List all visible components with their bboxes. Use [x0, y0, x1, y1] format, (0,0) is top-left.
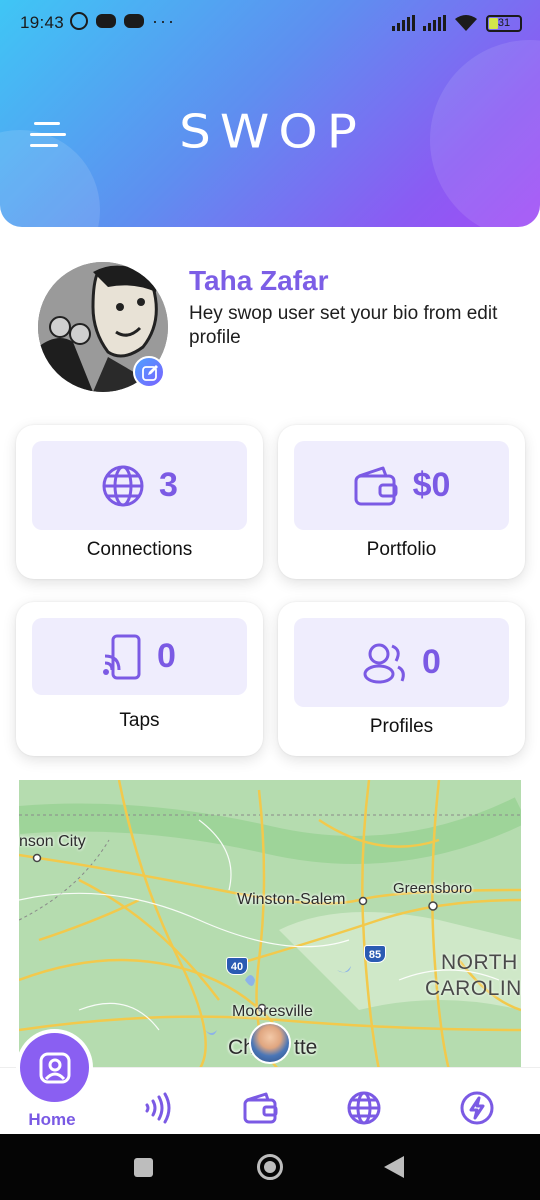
wifi-icon	[455, 15, 477, 31]
map-label-mooresville: Mooresville	[232, 1003, 313, 1020]
taps-label: Taps	[119, 710, 160, 731]
map-label-charlotte-end: tte	[294, 1036, 318, 1059]
nfc-tap-icon	[103, 634, 141, 679]
profile-bio: Hey swop user set your bio from edit pro…	[189, 303, 498, 348]
wallet-icon	[354, 466, 398, 505]
nav-home-button[interactable]	[16, 1029, 93, 1106]
battery-icon: 31	[486, 14, 522, 32]
status-bar: 19:43 ··· 31	[0, 0, 540, 46]
map-label-state-line2: CAROLINA	[425, 977, 521, 1000]
map-label-state-line1: NORTH	[441, 951, 518, 974]
profiles-tile: 0	[294, 618, 509, 707]
portfolio-value: $0	[412, 466, 451, 504]
portfolio-card[interactable]: $0 Portfolio	[278, 425, 525, 579]
connections-label: Connections	[86, 539, 193, 560]
map-user-avatar-pin[interactable]	[249, 1022, 291, 1064]
header-decor-circle	[430, 40, 540, 227]
portfolio-tile: $0	[294, 441, 509, 530]
connections-card[interactable]: 3 Connections	[16, 425, 263, 579]
globe-icon[interactable]	[346, 1090, 382, 1126]
home-icon	[39, 1052, 70, 1083]
profiles-label: Profiles	[369, 716, 434, 737]
interstate-shield: 40	[226, 957, 248, 975]
portfolio-label: Portfolio	[366, 539, 437, 560]
connections-tile: 3	[32, 441, 247, 530]
taps-tile: 0	[32, 618, 247, 695]
more-notifications-icon: ···	[152, 11, 176, 31]
gamepad-icon	[96, 14, 116, 28]
nfc-waves-icon[interactable]	[137, 1090, 173, 1126]
edit-icon	[142, 365, 158, 381]
map-label-greensboro: Greensboro	[393, 880, 473, 897]
app-screen: 19:43 ··· 31 SWOP Taha Zafar Hey swop us…	[0, 0, 540, 1200]
back-button[interactable]	[384, 1156, 404, 1178]
map-label-johnson-city: nson City	[19, 833, 86, 850]
edit-profile-button[interactable]	[133, 356, 165, 388]
nav-home-label: Home	[28, 1110, 76, 1129]
users-icon	[363, 643, 405, 683]
profiles-card[interactable]: 0 Profiles	[278, 602, 525, 756]
connections-value: 3	[159, 466, 178, 504]
hamburger-menu-icon[interactable]	[30, 120, 70, 154]
signal-icon	[392, 15, 415, 31]
home-button-circle	[20, 1033, 89, 1102]
recents-button[interactable]	[134, 1158, 153, 1177]
status-right: 31	[392, 14, 522, 32]
whatsapp-icon	[70, 12, 88, 30]
system-home-button[interactable]	[257, 1154, 283, 1180]
lightning-icon[interactable]	[459, 1090, 495, 1126]
interstate-shield: 85	[364, 945, 386, 963]
globe-icon	[102, 465, 144, 506]
taps-value: 0	[157, 637, 176, 675]
profiles-value: 0	[422, 643, 441, 681]
map-label-winston-salem: Winston-Salem	[237, 891, 346, 908]
app-logo: SWOP	[179, 105, 366, 159]
status-time: 19:43	[20, 13, 65, 32]
gamepad-icon	[124, 14, 144, 28]
wallet-icon[interactable]	[242, 1090, 278, 1126]
notification-icons: ···	[70, 12, 176, 30]
taps-card[interactable]: 0 Taps	[16, 602, 263, 756]
battery-level: 31	[497, 16, 511, 29]
signal-icon	[423, 15, 446, 31]
profile-name: Taha Zafar	[189, 265, 329, 296]
